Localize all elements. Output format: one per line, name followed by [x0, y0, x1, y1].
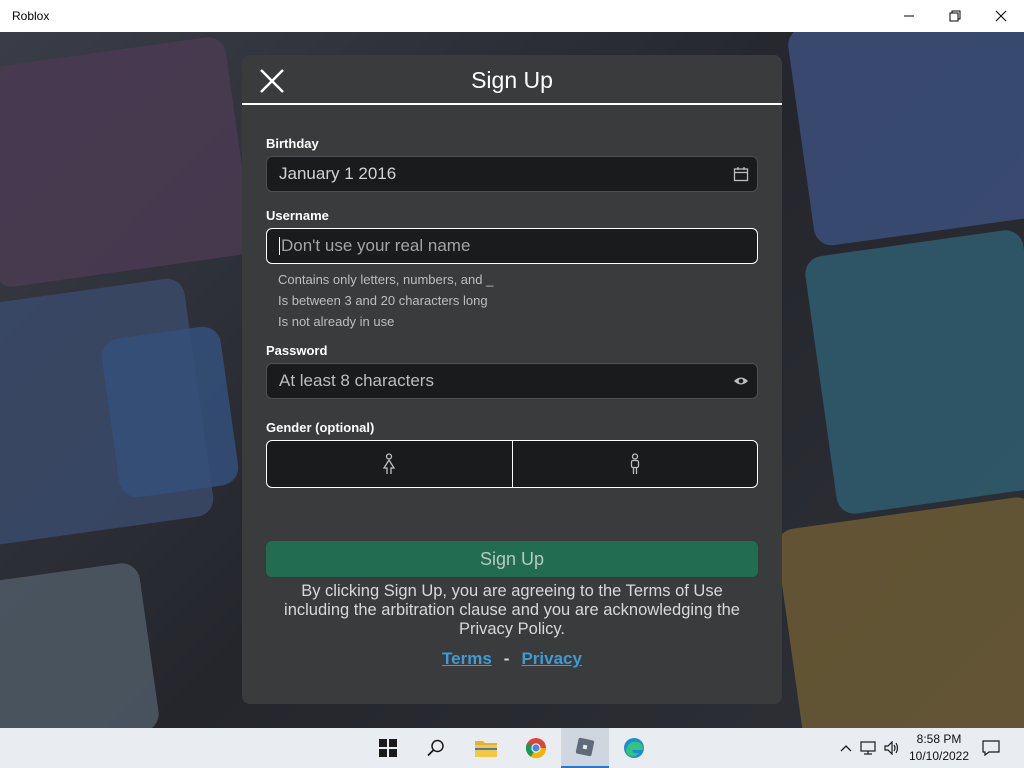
- network-icon[interactable]: [856, 741, 880, 755]
- file-explorer-icon: [475, 741, 497, 757]
- notifications-button[interactable]: [968, 728, 1014, 768]
- minimize-icon: [904, 15, 914, 17]
- username-hint: Is not already in use: [278, 314, 395, 329]
- background-tile: [0, 560, 162, 728]
- modal-title: Sign Up: [471, 67, 553, 93]
- username-input[interactable]: Don't use your real name: [266, 228, 758, 264]
- link-separator: -: [503, 649, 510, 668]
- close-window-button[interactable]: [978, 0, 1024, 32]
- gender-label: Gender (optional): [266, 420, 375, 435]
- roblox-taskbar-button[interactable]: [561, 728, 609, 768]
- header-divider: [242, 103, 782, 105]
- password-label: Password: [266, 343, 328, 358]
- start-icon: [379, 739, 397, 757]
- restore-icon: [949, 10, 961, 22]
- clock-time: 8:58 PM: [916, 732, 962, 746]
- password-input[interactable]: At least 8 characters: [266, 363, 758, 399]
- username-hint: Contains only letters, numbers, and _: [278, 272, 494, 287]
- minimize-button[interactable]: [886, 0, 932, 32]
- password-placeholder: At least 8 characters: [279, 371, 434, 390]
- show-hidden-icons-icon[interactable]: [836, 744, 856, 752]
- background-tile: [774, 495, 1024, 728]
- birthday-label: Birthday: [266, 136, 319, 151]
- gender-selector: [266, 440, 758, 488]
- start-button[interactable]: [364, 728, 412, 768]
- show-password-eye-icon[interactable]: [725, 364, 757, 398]
- birthday-field[interactable]: January 1 2016: [266, 156, 758, 192]
- text-caret: [279, 237, 280, 255]
- taskbar: 8:58 PM 10/10/2022: [0, 728, 1024, 768]
- gender-female-button[interactable]: [267, 441, 512, 487]
- search-button[interactable]: [412, 728, 460, 768]
- background-tile: [802, 227, 1024, 517]
- restore-button[interactable]: [932, 0, 978, 32]
- calendar-icon[interactable]: [725, 157, 757, 191]
- privacy-link[interactable]: Privacy: [521, 649, 582, 668]
- gender-male-button[interactable]: [511, 441, 758, 487]
- taskbar-clock[interactable]: 8:58 PM 10/10/2022: [904, 731, 974, 765]
- roblox-icon: [575, 737, 595, 757]
- modal-header: Sign Up: [242, 55, 782, 105]
- male-icon: [630, 453, 639, 474]
- notification-icon: [982, 740, 1000, 756]
- username-label: Username: [266, 208, 329, 223]
- female-icon: [383, 453, 396, 474]
- close-icon: [995, 10, 1007, 22]
- chrome-icon: [525, 738, 547, 759]
- terms-link[interactable]: Terms: [442, 649, 492, 668]
- username-requirements: Contains only letters, numbers, and _ Is…: [278, 269, 493, 332]
- legal-text: By clicking Sign Up, you are agreeing to…: [284, 582, 740, 638]
- background-tile: [0, 34, 255, 290]
- background-tile: [785, 32, 1024, 248]
- legal-links: Terms - Privacy: [242, 649, 782, 669]
- edge-button[interactable]: [610, 728, 658, 768]
- clock-date: 10/10/2022: [908, 749, 970, 763]
- system-tray: [836, 728, 904, 768]
- chrome-button[interactable]: [512, 728, 560, 768]
- birthday-value: January 1 2016: [279, 164, 397, 183]
- username-placeholder: Don't use your real name: [281, 236, 471, 255]
- window-title: Roblox: [12, 9, 50, 23]
- edge-icon: [624, 738, 644, 758]
- file-explorer-button[interactable]: [462, 728, 510, 768]
- volume-icon[interactable]: [880, 741, 904, 755]
- search-icon: [427, 739, 444, 757]
- username-hint: Is between 3 and 20 characters long: [278, 293, 488, 308]
- signup-modal: Sign Up Birthday January 1 2016 Username…: [242, 55, 782, 704]
- signup-button[interactable]: Sign Up: [266, 541, 758, 577]
- window-titlebar: Roblox: [0, 0, 1024, 32]
- background-tile: [99, 324, 241, 500]
